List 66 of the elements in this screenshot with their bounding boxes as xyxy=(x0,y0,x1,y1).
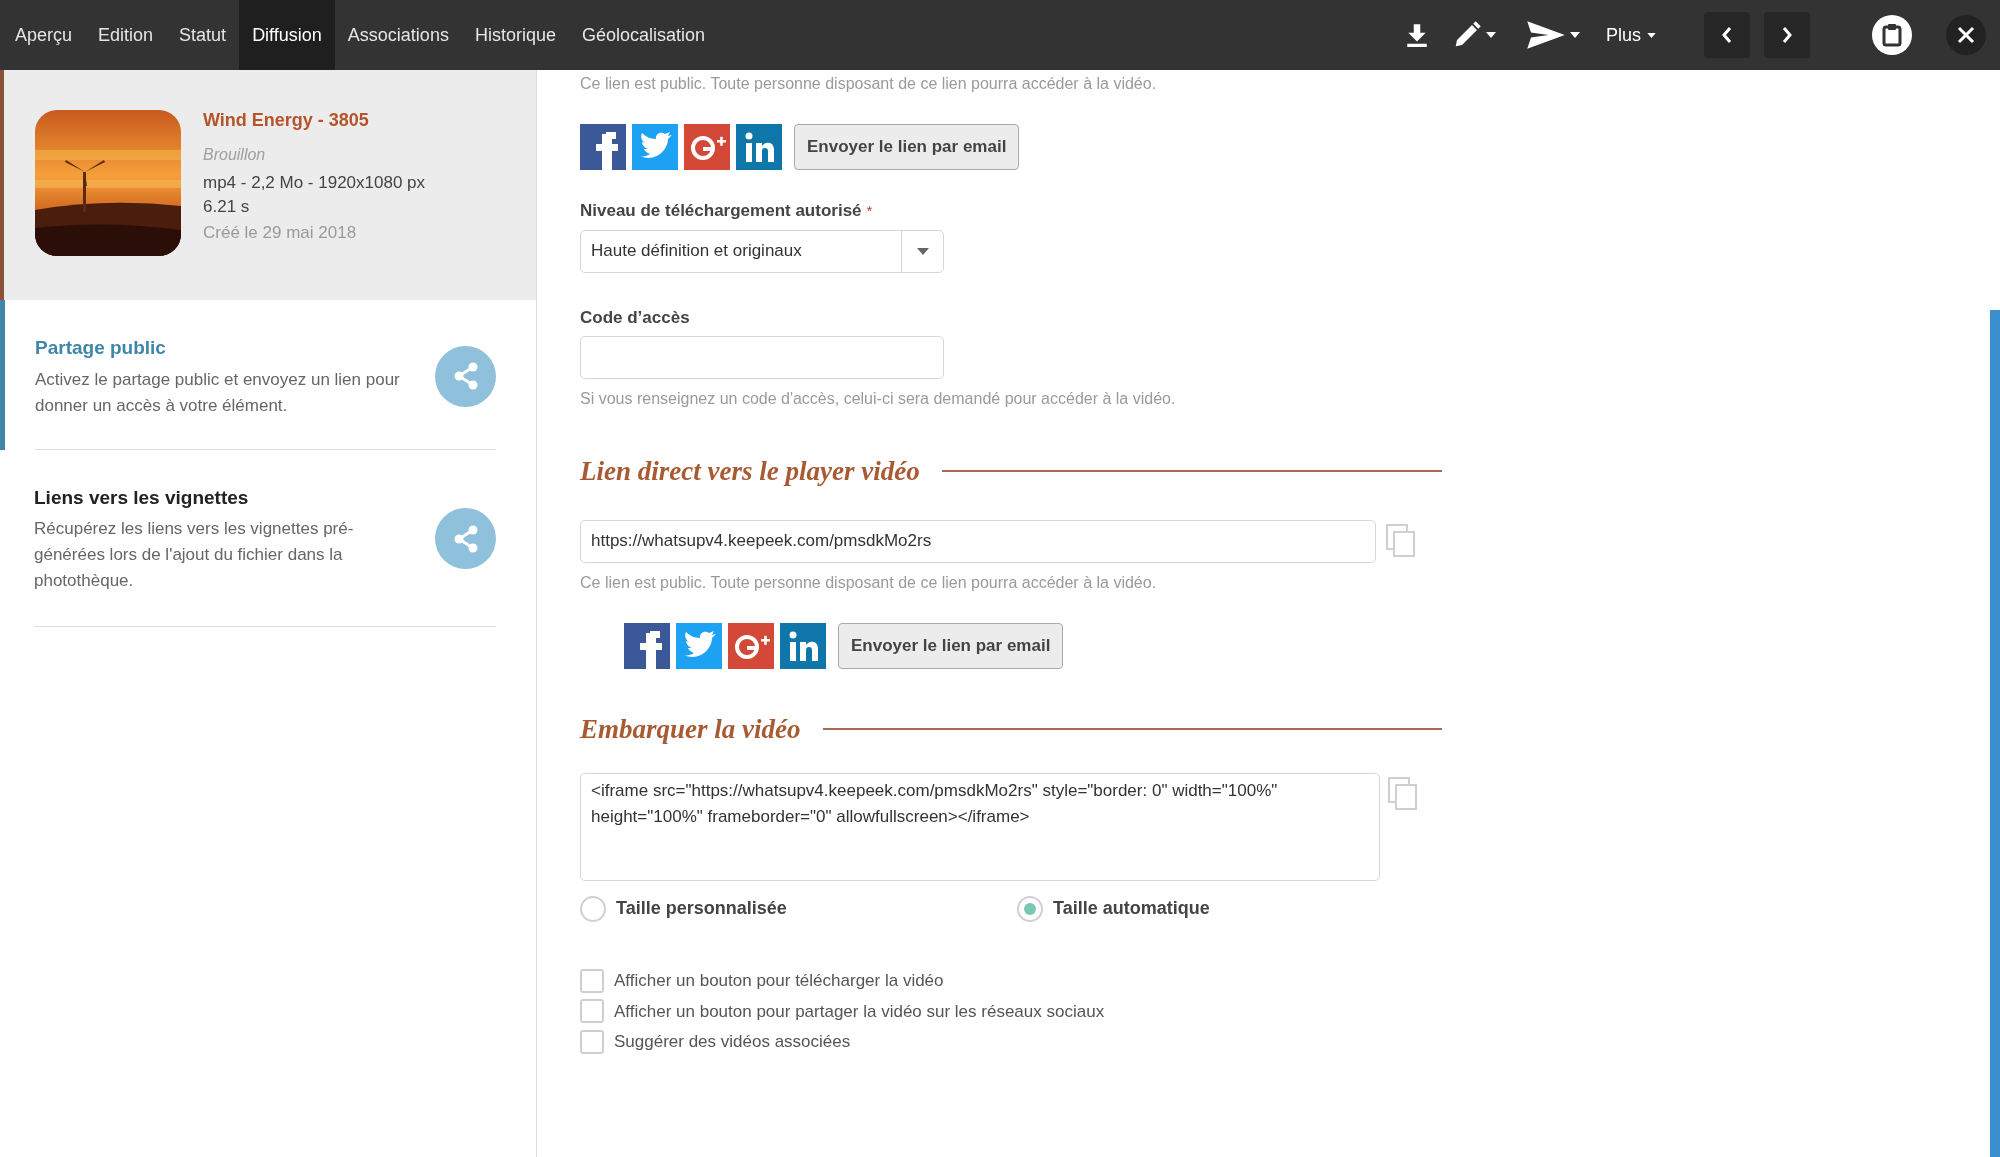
scrollbar[interactable] xyxy=(1990,310,2000,1157)
caret-icon[interactable] xyxy=(1570,32,1580,38)
player-link-field[interactable]: https://whatsupv4.keepeek.com/pmsdkMo2rs xyxy=(580,519,1376,563)
checkbox-label: Afficher un bouton pour partager la vidéo sur les réseaux sociaux xyxy=(614,1000,1105,1023)
radio-label: Taille personnalisée xyxy=(616,897,787,920)
clipboard-button[interactable] xyxy=(1872,15,1912,55)
section-heading: Lien direct vers le player vidéo xyxy=(580,455,920,488)
public-link-note: Ce lien est public. Toute personne disposant de ce lien pourra accéder à la vidéo. xyxy=(580,74,1158,94)
checkbox[interactable] xyxy=(580,1029,604,1054)
sidebar-item-description: Récupérez les liens vers les vignettes pré-générées lors de l'ajout du fichier dans la photothèque. xyxy=(34,518,355,592)
embed-code-field[interactable]: <iframe src="https://whatsupv4.keepeek.com/pmsdkMo2rs" style="border: 0" width="100%" height="100%" frameborder="0" allowfullscreen></iframe> xyxy=(580,773,1380,881)
linkedin-icon[interactable] xyxy=(780,622,826,669)
facebook-icon[interactable] xyxy=(580,124,626,170)
section-heading: Embarquer la vidéo xyxy=(580,712,801,746)
radio-label: Taille automatique xyxy=(1053,897,1210,920)
next-button[interactable] xyxy=(1764,12,1810,58)
nav-tab[interactable]: Diffusion xyxy=(239,0,335,70)
nav-tab[interactable]: Géolocalisation xyxy=(568,0,719,70)
asset-info: mp4 - 2,2 Mo - 1920x1080 px xyxy=(203,172,426,194)
close-icon xyxy=(1957,26,1975,44)
sidebar-item-title: Partage public xyxy=(35,336,167,360)
nav-tab[interactable]: Aperçu xyxy=(2,0,86,70)
chevron-right-icon xyxy=(1781,26,1793,44)
twitter-icon[interactable] xyxy=(632,124,678,170)
radio-button[interactable] xyxy=(1017,895,1043,922)
checkbox[interactable] xyxy=(580,999,604,1024)
email-link-button[interactable]: Envoyer le lien par email xyxy=(838,622,1064,669)
more-menu-button[interactable]: Plus xyxy=(1606,21,1656,49)
asset-status: Brouillon xyxy=(203,145,267,165)
access-code-input[interactable] xyxy=(580,336,944,379)
nav-tab[interactable]: Statut xyxy=(166,0,240,70)
chevron-left-icon xyxy=(1721,26,1733,44)
clipboard-icon xyxy=(1882,23,1902,47)
sidebar-item[interactable]: Liens vers les vignettes Récupérez les liens vers les vignettes pré-générées lors de l'ajout du fichier dans la photothèque. xyxy=(0,449,536,627)
facebook-icon[interactable] xyxy=(624,622,670,669)
download-level-label: Niveau de téléchargement autorisé xyxy=(580,200,862,222)
google-plus-icon[interactable] xyxy=(728,622,774,669)
radio-button[interactable] xyxy=(580,895,606,922)
previous-button[interactable] xyxy=(1704,12,1750,58)
dropdown-caret-icon xyxy=(916,247,929,255)
sidebar-item-title: Liens vers les vignettes xyxy=(34,485,250,510)
asset-title: Wind Energy - 3805 xyxy=(203,109,370,132)
linkedin-icon[interactable] xyxy=(736,124,782,170)
caret-icon[interactable] xyxy=(1486,32,1496,38)
checkbox[interactable] xyxy=(580,968,604,993)
close-button[interactable] xyxy=(1946,15,1986,55)
twitter-icon[interactable] xyxy=(676,622,722,669)
send-icon[interactable] xyxy=(1526,20,1566,50)
asset-created-date: Créé le 29 mai 2018 xyxy=(203,222,358,244)
required-mark: * xyxy=(866,201,873,221)
access-code-label: Code d’accès xyxy=(580,306,691,329)
public-link-note: Ce lien est public. Toute personne disposant de ce lien pourra accéder à la vidéo. xyxy=(580,572,1158,593)
nav-tab[interactable]: Historique xyxy=(461,0,569,70)
nav-tab[interactable]: Edition xyxy=(85,0,167,70)
caret-icon xyxy=(1647,32,1656,38)
nav-tab[interactable]: Associations xyxy=(334,0,462,70)
checkbox-label: Suggérer des vidéos associées xyxy=(614,1031,851,1053)
download-icon[interactable] xyxy=(1404,22,1430,48)
download-level-select[interactable]: Haute définition et originaux xyxy=(580,229,944,273)
asset-duration: 6.21 s xyxy=(203,196,251,218)
checkbox-label: Afficher un bouton pour télécharger la vidéo xyxy=(614,970,944,992)
google-plus-icon[interactable] xyxy=(684,124,730,170)
access-code-hint: Si vous renseignez un code d'accès, celui-ci sera demandé pour accéder à la vidéo. xyxy=(580,389,1177,409)
sidebar-item[interactable]: Partage public Activez le partage public et envoyez un lien pour donner un accès à votre élément. xyxy=(0,300,536,450)
email-link-button[interactable]: Envoyer le lien par email xyxy=(794,124,1020,170)
sidebar-item-description: Activez le partage public et envoyez un lien pour donner un accès à votre élément. xyxy=(35,368,401,417)
